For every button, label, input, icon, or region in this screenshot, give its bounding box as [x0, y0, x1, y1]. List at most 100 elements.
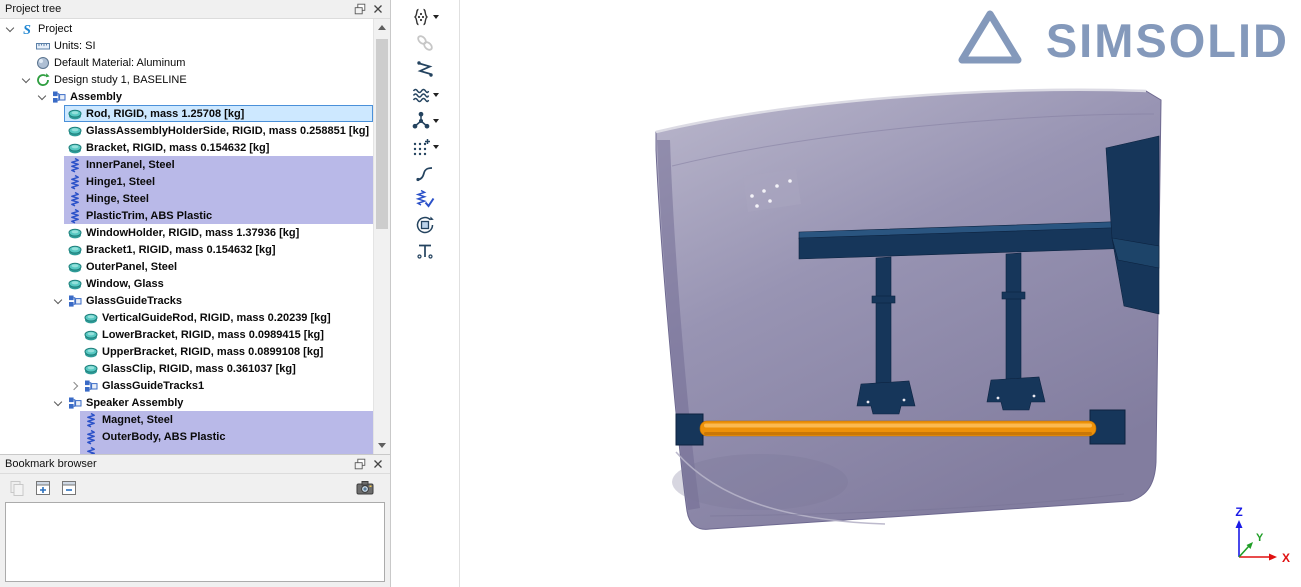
- link-parts-button[interactable]: [415, 32, 435, 54]
- tree-item[interactable]: [0, 445, 373, 454]
- tree-item-body[interactable]: Hinge, Steel: [64, 190, 373, 207]
- scroll-up-icon[interactable]: [374, 19, 390, 36]
- dropdown-caret-icon[interactable]: [433, 93, 439, 97]
- assembly-icon: [67, 395, 83, 411]
- tree-item-body[interactable]: LowerBracket, RIGID, mass 0.0989415 [kg]: [80, 326, 373, 343]
- tree-item-units-si[interactable]: Units: SI: [0, 37, 373, 54]
- dropdown-caret-icon[interactable]: [433, 119, 439, 123]
- tree-item-body[interactable]: Bracket, RIGID, mass 0.154632 [kg]: [64, 139, 373, 156]
- tree-item-body[interactable]: GlassGuideTracks1: [80, 377, 373, 394]
- scrollbar-thumb[interactable]: [376, 39, 388, 229]
- tree-item-body[interactable]: OuterBody, ABS Plastic: [80, 428, 373, 445]
- bookmark-browser-titlebar: Bookmark browser: [0, 455, 390, 474]
- tree-expander-icon[interactable]: [20, 74, 32, 86]
- door-model[interactable]: [656, 90, 1161, 530]
- tree-item-window[interactable]: Window, Glass: [0, 275, 373, 292]
- tree-expander-icon[interactable]: [36, 91, 48, 103]
- tree-item-body[interactable]: Units: SI: [32, 37, 373, 54]
- 3d-viewport[interactable]: SIMSOLID Z Y X: [460, 0, 1301, 587]
- tree-item-assembly[interactable]: Assembly: [0, 88, 373, 105]
- tree-item-project[interactable]: SProject: [0, 20, 373, 37]
- tree-item-lowerbracket[interactable]: LowerBracket, RIGID, mass 0.0989415 [kg]: [0, 326, 373, 343]
- connection-grid-button[interactable]: [411, 136, 439, 158]
- tree-item-glassclip[interactable]: GlassClip, RIGID, mass 0.361037 [kg]: [0, 360, 373, 377]
- tree-item-verticalguiderod[interactable]: VerticalGuideRod, RIGID, mass 0.20239 [k…: [0, 309, 373, 326]
- tree-item-magnet[interactable]: Magnet, Steel: [0, 411, 373, 428]
- tree-item-glassassemblyholderside[interactable]: GlassAssemblyHolderSide, RIGID, mass 0.2…: [0, 122, 373, 139]
- tree-item-upperbracket[interactable]: UpperBracket, RIGID, mass 0.0899108 [kg]: [0, 343, 373, 360]
- tree-item-body[interactable]: SProject: [16, 20, 373, 37]
- tree-scrollbar[interactable]: [373, 19, 390, 454]
- close-panel-icon[interactable]: [370, 457, 385, 472]
- tree-expander-icon[interactable]: [4, 23, 16, 35]
- tree-item-bracket1[interactable]: Bracket1, RIGID, mass 0.154632 [kg]: [0, 241, 373, 258]
- tree-item-bracket[interactable]: Bracket, RIGID, mass 0.154632 [kg]: [0, 139, 373, 156]
- close-panel-icon[interactable]: [370, 2, 385, 17]
- tree-item-body[interactable]: GlassAssemblyHolderSide, RIGID, mass 0.2…: [64, 122, 373, 139]
- bookmark-add-button[interactable]: [32, 477, 54, 499]
- dropdown-caret-icon[interactable]: [433, 15, 439, 19]
- rotate-body-button[interactable]: [415, 214, 435, 236]
- float-panel-icon[interactable]: [352, 2, 367, 17]
- tree-item-plastictrim[interactable]: PlasticTrim, ABS Plastic: [0, 207, 373, 224]
- project-tree: SProjectUnits: SIDefault Material: Alumi…: [0, 19, 390, 454]
- tree-item-body[interactable]: InnerPanel, Steel: [64, 156, 373, 173]
- tree-item-label: Hinge1, Steel: [86, 176, 155, 188]
- tree-item-default-material-aluminum[interactable]: Default Material: Aluminum: [0, 54, 373, 71]
- snapshot-camera-button[interactable]: [354, 477, 376, 499]
- spring-connector-button[interactable]: [415, 188, 435, 210]
- tree-item-glassguidetracks[interactable]: GlassGuideTracks: [0, 292, 373, 309]
- tree-item-hinge1[interactable]: Hinge1, Steel: [0, 173, 373, 190]
- virtual-connector-button[interactable]: [411, 110, 439, 132]
- seam-welds-button[interactable]: [411, 84, 439, 106]
- tree-item-body[interactable]: PlasticTrim, ABS Plastic: [64, 207, 373, 224]
- tree-item-outerbody[interactable]: OuterBody, ABS Plastic: [0, 428, 373, 445]
- tree-item-body[interactable]: Design study 1, BASELINE: [32, 71, 373, 88]
- tree-item-hinge[interactable]: Hinge, Steel: [0, 190, 373, 207]
- tree-item-innerpanel[interactable]: InnerPanel, Steel: [0, 156, 373, 173]
- tree-item-body[interactable]: Magnet, Steel: [80, 411, 373, 428]
- viewport-scene[interactable]: SIMSOLID Z Y X: [460, 0, 1301, 587]
- tree-item-body[interactable]: Speaker Assembly: [64, 394, 373, 411]
- part-icon: [67, 276, 83, 292]
- tree-expander-icon[interactable]: [68, 380, 80, 392]
- tree-item-body[interactable]: Window, Glass: [64, 275, 373, 292]
- tree-item-body[interactable]: UpperBracket, RIGID, mass 0.0899108 [kg]: [80, 343, 373, 360]
- tree-item-glassguidetracks1[interactable]: GlassGuideTracks1: [0, 377, 373, 394]
- tree-expander-icon[interactable]: [52, 397, 64, 409]
- bookmark-list[interactable]: [5, 502, 385, 582]
- wire-connector-button[interactable]: [415, 162, 435, 184]
- spot-welds-button[interactable]: [415, 58, 435, 80]
- tree-item-design-study-1[interactable]: Design study 1, BASELINE: [0, 71, 373, 88]
- part-icon: [83, 344, 99, 360]
- bookmark-remove-button[interactable]: [58, 477, 80, 499]
- scroll-down-icon[interactable]: [374, 437, 390, 454]
- tree-item-body[interactable]: Hinge1, Steel: [64, 173, 373, 190]
- tree-item-windowholder[interactable]: WindowHolder, RIGID, mass 1.37936 [kg]: [0, 224, 373, 241]
- dropdown-caret-icon[interactable]: [433, 145, 439, 149]
- review-connections-button[interactable]: [411, 6, 439, 28]
- tree-item-body[interactable]: GlassGuideTracks: [64, 292, 373, 309]
- tree-item-rod[interactable]: Rod, RIGID, mass 1.25708 [kg]: [0, 105, 373, 122]
- tree-item-body[interactable]: OuterPanel, Steel: [64, 258, 373, 275]
- tree-item-body[interactable]: Rod, RIGID, mass 1.25708 [kg]: [64, 105, 373, 122]
- part-icon: [67, 106, 83, 122]
- tree-item-body[interactable]: [80, 445, 373, 454]
- tree-item-body[interactable]: VerticalGuideRod, RIGID, mass 0.20239 [k…: [80, 309, 373, 326]
- orientation-triad[interactable]: Z Y X: [1235, 505, 1290, 565]
- part-icon: [67, 225, 83, 241]
- tree-item-body[interactable]: Assembly: [48, 88, 373, 105]
- bookmark-copy-button[interactable]: [6, 477, 28, 499]
- tree-item-body[interactable]: WindowHolder, RIGID, mass 1.37936 [kg]: [64, 224, 373, 241]
- tree-item-speaker-assembly[interactable]: Speaker Assembly: [0, 394, 373, 411]
- spring-icon: [67, 174, 83, 190]
- tree-expander-icon[interactable]: [52, 295, 64, 307]
- tree-item-body[interactable]: GlassClip, RIGID, mass 0.361037 [kg]: [80, 360, 373, 377]
- tree-item-body[interactable]: Default Material: Aluminum: [32, 54, 373, 71]
- bookmark-browser-title: Bookmark browser: [5, 458, 97, 470]
- connector-toggle-button[interactable]: [415, 240, 435, 262]
- float-panel-icon[interactable]: [352, 457, 367, 472]
- tree-item-body[interactable]: Bracket1, RIGID, mass 0.154632 [kg]: [64, 241, 373, 258]
- tree-item-outerpanel[interactable]: OuterPanel, Steel: [0, 258, 373, 275]
- spring-icon: [67, 208, 83, 224]
